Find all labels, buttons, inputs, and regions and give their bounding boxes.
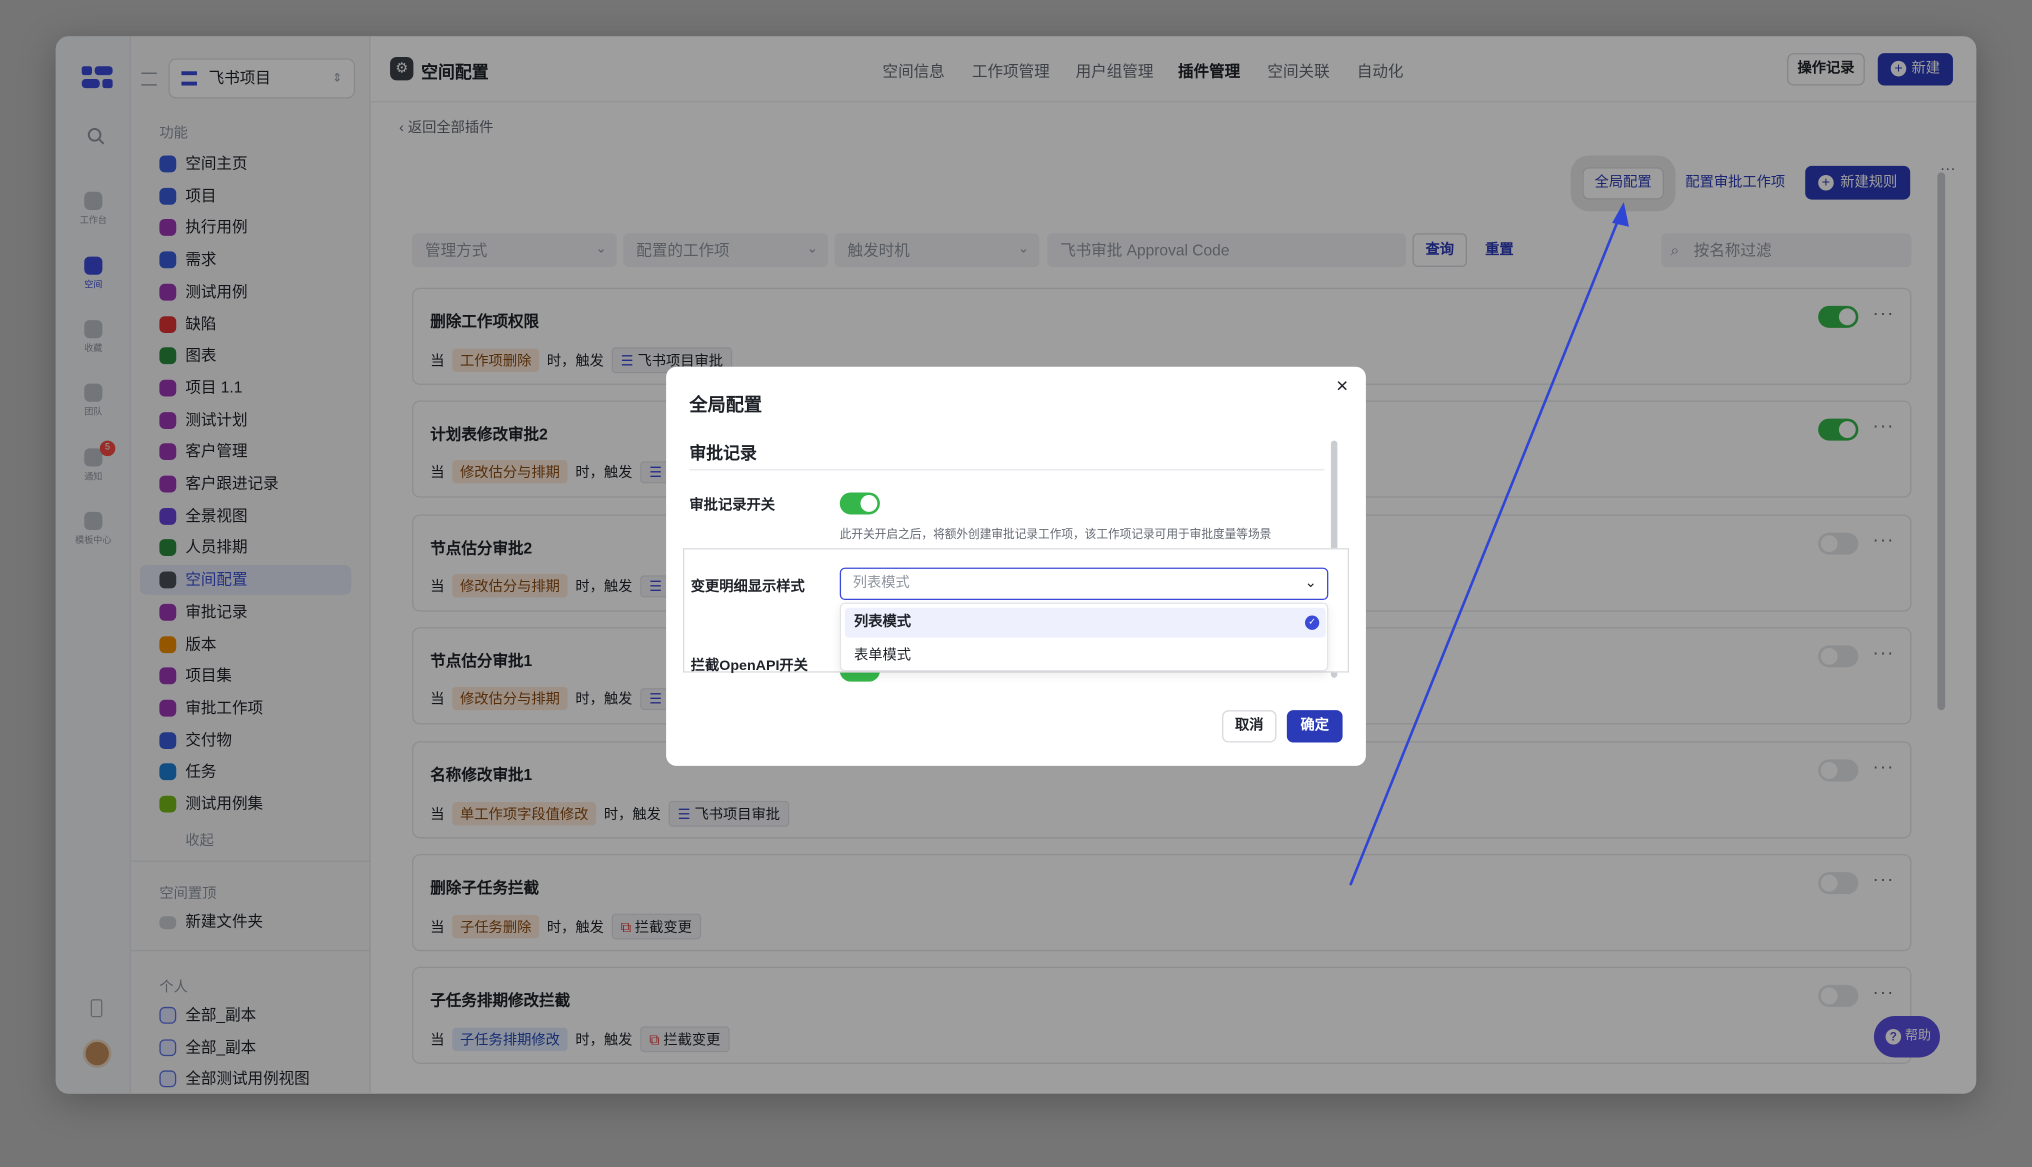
annotation-arrow: [1349, 202, 1629, 886]
screenshot-stage: 工作台 空间 收藏 团队 通知 5 模板中心 飞书项目 ⇕ 功能 空间主页 项目执…: [0, 0, 2032, 1167]
